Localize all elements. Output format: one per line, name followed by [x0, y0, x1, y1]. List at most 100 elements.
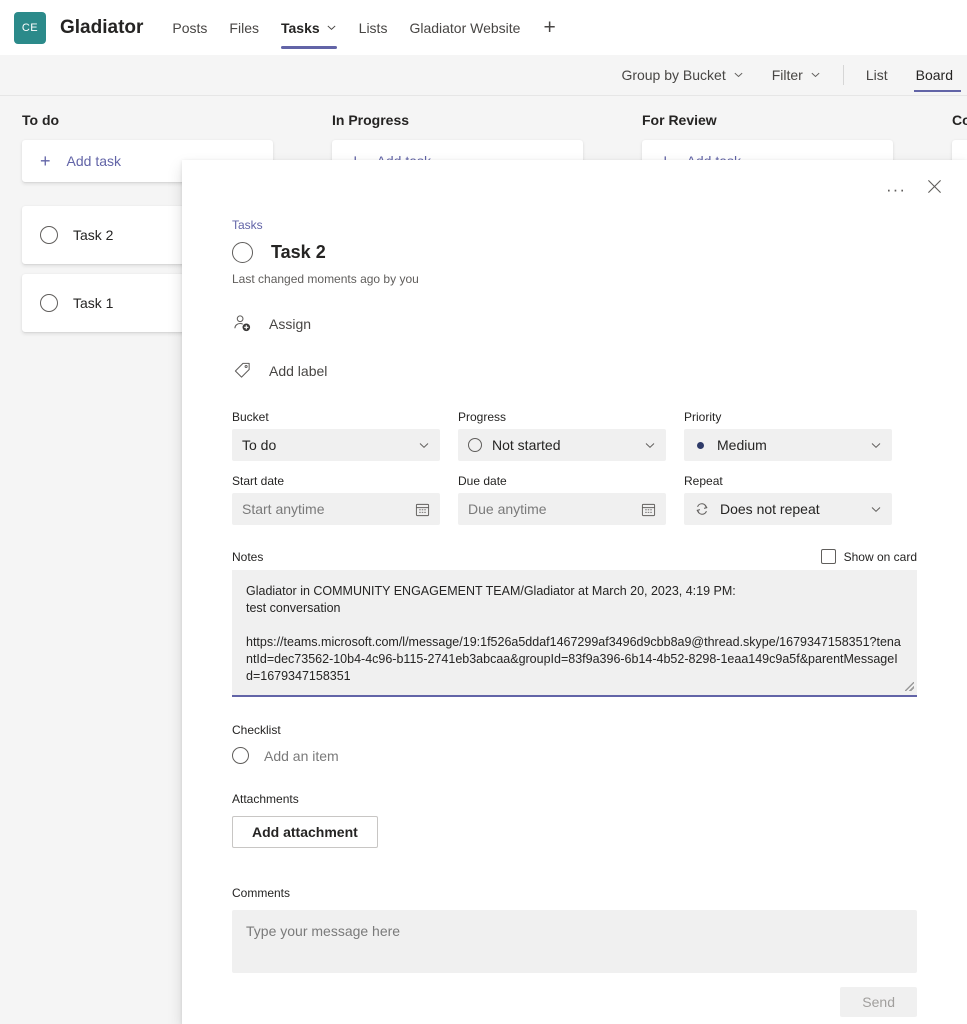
repeat-field-label: Repeat [684, 474, 892, 488]
notes-textarea[interactable]: Gladiator in COMMUNITY ENGAGEMENT TEAM/G… [232, 570, 917, 697]
priority-value: Medium [717, 437, 767, 453]
progress-select[interactable]: Not started [458, 429, 666, 461]
tab-files[interactable]: Files [218, 0, 270, 55]
repeat-select[interactable]: Does not repeat [684, 493, 892, 525]
calendar-icon[interactable] [641, 502, 656, 517]
repeat-icon [694, 501, 710, 517]
task-title-row: Task 2 [232, 242, 917, 263]
start-date-input[interactable]: Start anytime [232, 493, 440, 525]
tab-posts[interactable]: Posts [161, 0, 218, 55]
app-root: CE Gladiator Posts Files Tasks Lists Gla… [0, 0, 967, 1024]
checklist-circle-icon [232, 747, 249, 764]
add-label-row[interactable]: Add label [232, 361, 917, 380]
nav-tabs: Posts Files Tasks Lists Gladiator Websit… [161, 0, 567, 55]
tag-icon [232, 361, 252, 380]
add-checklist-item[interactable]: Add an item [232, 747, 917, 764]
due-date-field: Due date Due anytime [458, 461, 666, 525]
checkbox-icon [821, 549, 836, 564]
add-label-label: Add label [269, 363, 327, 379]
due-date-input[interactable]: Due anytime [458, 493, 666, 525]
progress-field: Progress Not started [458, 410, 666, 461]
notes-label: Notes [232, 550, 263, 564]
view-list-label: List [866, 67, 888, 83]
view-board-button[interactable]: Board [902, 55, 967, 95]
breadcrumb[interactable]: Tasks [232, 218, 917, 232]
tab-gladiator-website[interactable]: Gladiator Website [398, 0, 531, 55]
tab-lists[interactable]: Lists [348, 0, 399, 55]
last-changed-text: Last changed moments ago by you [232, 272, 917, 286]
resize-handle[interactable] [905, 682, 914, 691]
task-fields-grid: Bucket To do Progress Not started [232, 410, 917, 525]
chevron-down-icon [418, 439, 430, 451]
chevron-down-icon [810, 67, 821, 83]
page-title: Task 2 [271, 242, 326, 263]
comment-input[interactable]: Type your message here [232, 910, 917, 973]
start-date-field-label: Start date [232, 474, 440, 488]
checklist-label: Checklist [232, 723, 917, 737]
send-button[interactable]: Send [840, 987, 917, 1017]
chevron-down-icon[interactable] [326, 22, 337, 33]
assign-person-icon [232, 314, 252, 333]
more-options-button[interactable]: ··· [881, 174, 911, 204]
show-on-card-checkbox[interactable]: Show on card [821, 549, 917, 564]
bucket-title: Co [930, 96, 967, 140]
priority-field: Priority Medium [684, 410, 892, 461]
notes-line-2: test conversation [246, 600, 903, 617]
progress-field-label: Progress [458, 410, 666, 424]
bucket-title: To do [0, 96, 295, 140]
task-complete-circle-icon[interactable] [232, 242, 253, 263]
bucket-value: To do [242, 437, 276, 453]
panel-body: Tasks Task 2 Last changed moments ago by… [182, 160, 967, 1017]
add-tab-button[interactable]: + [531, 17, 567, 38]
group-by-bucket-button[interactable]: Group by Bucket [607, 55, 757, 95]
due-date-field-label: Due date [458, 474, 666, 488]
repeat-value: Does not repeat [720, 501, 820, 517]
assign-label: Assign [269, 316, 311, 332]
toolbar-divider [843, 65, 844, 85]
chevron-down-icon [644, 439, 656, 451]
filter-label: Filter [772, 67, 803, 83]
board-toolbar: Group by Bucket Filter List Board [0, 55, 967, 96]
bucket-title: For Review [620, 96, 915, 140]
view-list-button[interactable]: List [852, 55, 902, 95]
assign-row[interactable]: Assign [232, 314, 917, 333]
add-task-label: Add task [67, 153, 121, 169]
close-button[interactable] [919, 174, 949, 204]
priority-medium-dot-icon [697, 442, 704, 449]
avatar: CE [14, 12, 46, 44]
bucket-field-label: Bucket [232, 410, 440, 424]
task-complete-circle-icon[interactable] [40, 226, 58, 244]
add-attachment-button[interactable]: Add attachment [232, 816, 378, 848]
group-by-bucket-label: Group by Bucket [621, 67, 725, 83]
send-row: Send [232, 987, 917, 1017]
chevron-down-icon [733, 67, 744, 83]
task-card-label: Task 1 [73, 295, 113, 311]
bucket-select[interactable]: To do [232, 429, 440, 461]
repeat-field: Repeat Does not repeat [684, 461, 892, 525]
panel-top-controls: ··· [881, 160, 967, 204]
chevron-down-icon [870, 439, 882, 451]
priority-field-label: Priority [684, 410, 892, 424]
notes-line-1: Gladiator in COMMUNITY ENGAGEMENT TEAM/G… [246, 583, 903, 600]
calendar-icon[interactable] [415, 502, 430, 517]
priority-select[interactable]: Medium [684, 429, 892, 461]
filter-button[interactable]: Filter [758, 55, 835, 95]
team-name: Gladiator [60, 17, 143, 39]
attachments-label: Attachments [232, 792, 917, 806]
task-detail-panel: ··· Tasks Task 2 Last changed moments ag… [182, 160, 967, 1024]
tab-lists-label: Lists [359, 20, 388, 36]
progress-not-started-icon [468, 438, 482, 452]
more-horizontal-icon: ··· [886, 181, 906, 198]
bucket-field: Bucket To do [232, 410, 440, 461]
show-on-card-label: Show on card [844, 550, 917, 564]
start-date-field: Start date Start anytime [232, 461, 440, 525]
task-complete-circle-icon[interactable] [40, 294, 58, 312]
chevron-down-icon [870, 503, 882, 515]
start-date-placeholder: Start anytime [242, 501, 415, 517]
close-icon [927, 179, 942, 199]
due-date-placeholder: Due anytime [468, 501, 641, 517]
tab-tasks[interactable]: Tasks [270, 0, 348, 55]
add-checklist-item-placeholder: Add an item [264, 748, 339, 764]
tab-files-label: Files [229, 20, 259, 36]
notes-url: https://teams.microsoft.com/l/message/19… [246, 634, 903, 685]
